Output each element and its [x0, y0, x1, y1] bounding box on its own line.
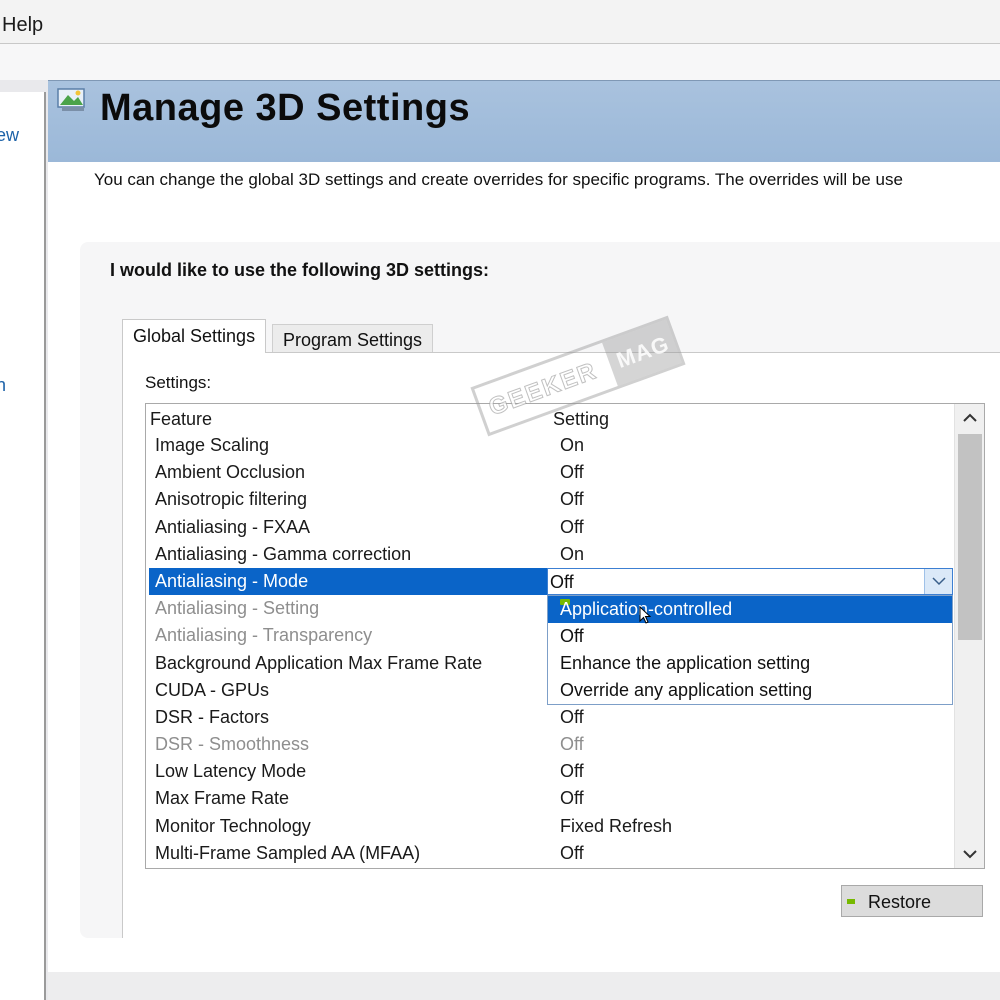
feature-value: Off — [560, 788, 584, 809]
table-row[interactable]: Antialiasing - Gamma correction On — [146, 541, 952, 568]
table-row[interactable]: DSR - Factors Off — [146, 704, 952, 731]
table-row[interactable]: Low Latency Mode Off — [146, 758, 952, 785]
global-settings-panel: Settings: Feature Setting Image Scaling … — [122, 352, 1000, 938]
chevron-down-icon[interactable] — [955, 840, 984, 868]
nvidia-3d-settings-icon — [56, 85, 90, 115]
page-description: You can change the global 3D settings an… — [94, 170, 903, 189]
feature-name: Anisotropic filtering — [155, 489, 308, 510]
option-off[interactable]: Off — [548, 623, 952, 650]
feature-name: Antialiasing - Setting — [155, 598, 320, 619]
main-pane: Manage 3D Settings You can change the gl… — [48, 80, 1000, 1000]
feature-name: Max Frame Rate — [155, 788, 290, 809]
feature-value: Off — [560, 706, 584, 727]
column-header-setting[interactable]: Setting — [553, 409, 609, 430]
table-row[interactable]: DSR - Smoothness Off — [146, 731, 952, 758]
dropdown-options: Application-controlled Off Enhance the a… — [547, 595, 953, 705]
feature-name: Antialiasing - Mode — [149, 567, 549, 595]
table-row[interactable]: Ambient Occlusion Off — [146, 459, 952, 486]
settings-label: Settings: — [145, 373, 212, 392]
feature-value: Off — [560, 516, 584, 537]
page-title: Manage 3D Settings — [100, 87, 471, 129]
restore-label: Restore — [868, 892, 932, 912]
restore-button[interactable]: Restore — [841, 885, 983, 917]
vertical-scrollbar[interactable] — [954, 404, 984, 868]
option-label: Override any application setting — [560, 680, 813, 700]
feature-name: Multi-Frame Sampled AA (MFAA) — [155, 842, 421, 863]
settings-group: I would like to use the following 3D set… — [80, 242, 1000, 938]
option-label: Off — [560, 626, 584, 646]
chevron-down-icon[interactable] — [924, 568, 952, 594]
toolbar-strip — [0, 44, 1000, 80]
table-row[interactable]: Antialiasing - FXAA Off — [146, 514, 952, 541]
tab-global-settings[interactable]: Global Settings — [122, 319, 267, 353]
table-row-selected[interactable]: Antialiasing - Mode Off — [146, 567, 953, 595]
feature-name: Low Latency Mode — [155, 761, 307, 782]
option-override[interactable]: Override any application setting — [548, 677, 952, 704]
scrollbar-thumb[interactable] — [958, 434, 982, 640]
chevron-up-icon[interactable] — [955, 404, 984, 432]
setting-combo-box[interactable]: Off — [547, 567, 953, 595]
tab-program-settings[interactable]: Program Settings — [272, 324, 434, 354]
table-row[interactable]: Multi-Frame Sampled AA (MFAA) Off — [146, 840, 952, 867]
table-row[interactable]: Monitor Technology Fixed Refresh — [146, 813, 952, 840]
navigation-pane: iew n — [0, 92, 46, 1000]
feature-value: On — [560, 543, 585, 564]
feature-value: Off — [560, 462, 584, 483]
feature-value: Off — [560, 761, 584, 782]
feature-name: CUDA - GPUs — [155, 679, 270, 700]
table-row[interactable]: Anisotropic filtering Off — [146, 486, 952, 513]
menu-bar: Help — [0, 0, 1000, 44]
bottom-strip — [48, 972, 1000, 1000]
column-header-feature[interactable]: Feature — [150, 409, 212, 430]
option-application-controlled[interactable]: Application-controlled — [548, 596, 952, 624]
feature-name: Monitor Technology — [155, 815, 311, 836]
menu-help[interactable]: Help — [2, 14, 43, 37]
mouse-cursor-icon — [639, 606, 651, 624]
nvidia-marker-icon — [847, 899, 855, 904]
feature-value: Off — [560, 842, 584, 863]
nav-link-partial[interactable]: n — [0, 375, 6, 396]
option-enhance[interactable]: Enhance the application setting — [548, 650, 952, 677]
feature-name: DSR - Smoothness — [155, 734, 310, 755]
feature-name: Antialiasing - Transparency — [155, 625, 373, 646]
feature-name: Antialiasing - Gamma correction — [155, 543, 412, 564]
settings-list[interactable]: Feature Setting Image Scaling On Ambient… — [145, 403, 985, 869]
feature-name: Antialiasing - FXAA — [155, 516, 311, 537]
feature-name: Image Scaling — [155, 435, 270, 455]
feature-value: Off — [560, 734, 584, 755]
group-heading: I would like to use the following 3D set… — [110, 260, 490, 280]
feature-name: Ambient Occlusion — [155, 462, 306, 483]
feature-name: DSR - Factors — [155, 706, 270, 727]
combo-value: Off — [550, 571, 574, 592]
option-label: Enhance the application setting — [560, 653, 811, 673]
nav-link-preview[interactable]: iew — [0, 125, 19, 146]
table-row[interactable]: Max Frame Rate Off — [146, 785, 952, 812]
feature-value: Off — [560, 489, 584, 510]
feature-value: On — [560, 435, 585, 455]
watermark-text-right: MAG — [613, 330, 673, 373]
feature-name: Background Application Max Frame Rate — [155, 652, 483, 673]
table-row[interactable]: Image Scaling On — [146, 432, 952, 459]
feature-value: Fixed Refresh — [560, 815, 673, 836]
page-banner: Manage 3D Settings — [48, 80, 1000, 162]
